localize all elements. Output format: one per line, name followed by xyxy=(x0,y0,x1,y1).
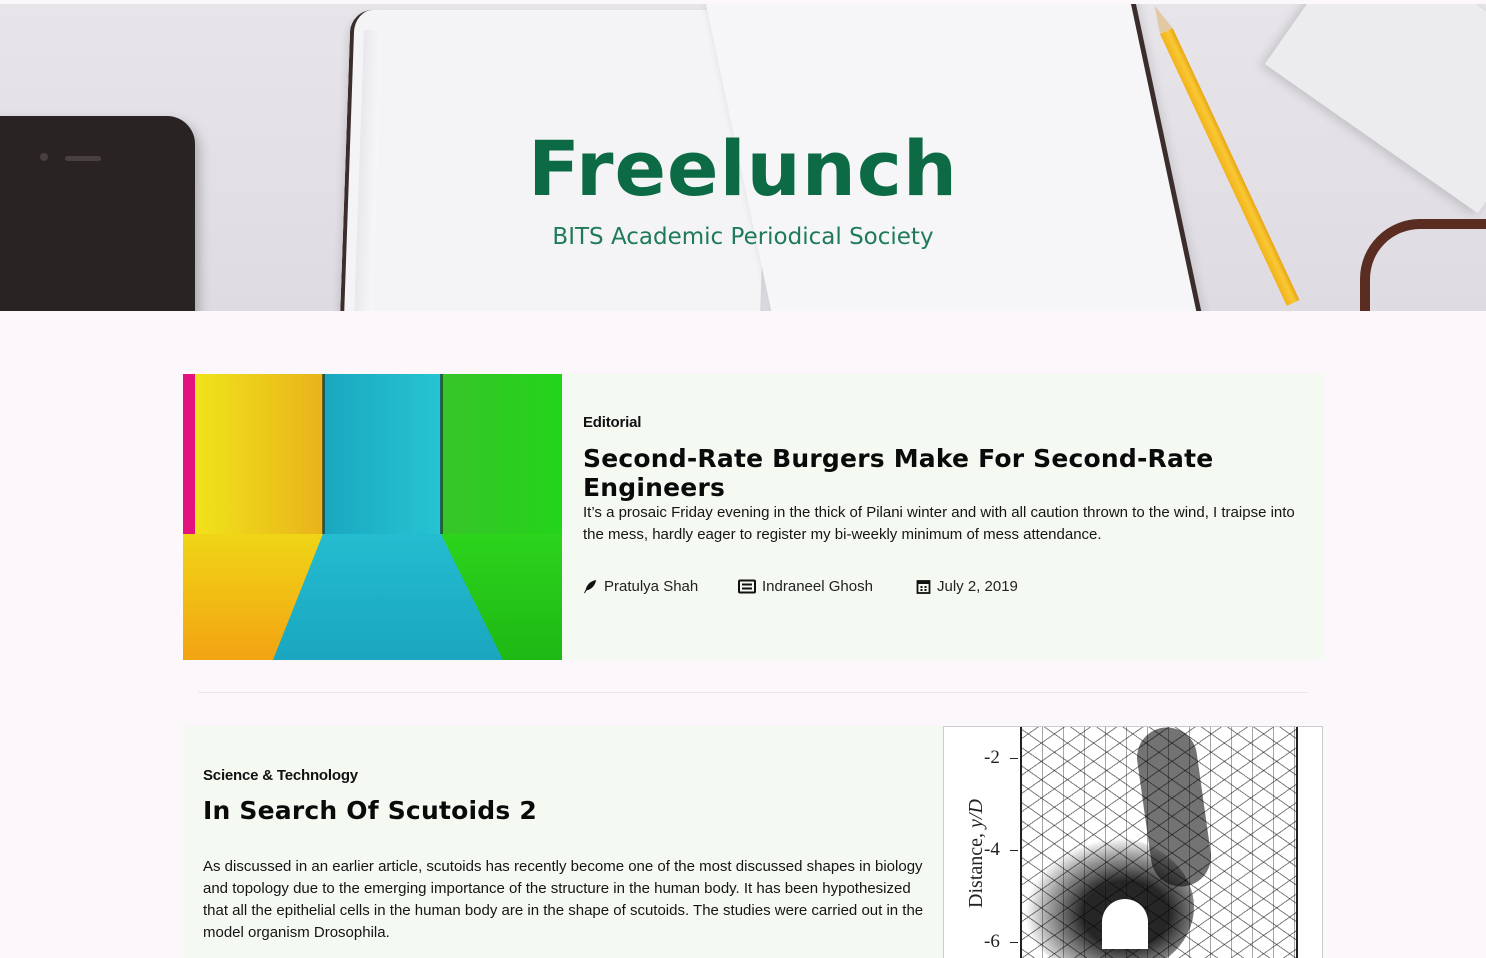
figure-tick: -6 xyxy=(984,931,1018,952)
article-card[interactable]: Editorial Second-Rate Burgers Make For S… xyxy=(183,374,1323,660)
site-title[interactable]: Freelunch xyxy=(0,124,1486,213)
article-divider xyxy=(198,692,1308,693)
site-subtitle: BITS Academic Periodical Society xyxy=(552,224,934,250)
newspaper-icon xyxy=(738,579,756,594)
editor-name: Indraneel Ghosh xyxy=(762,578,873,595)
article-author[interactable]: Pratulya Shah xyxy=(583,578,698,595)
date-text: July 2, 2019 xyxy=(937,578,1018,595)
article-category[interactable]: Editorial xyxy=(583,414,641,431)
article-editor[interactable]: Indraneel Ghosh xyxy=(738,578,873,595)
article-excerpt: As discussed in an earlier article, scut… xyxy=(203,858,924,941)
article-excerpt: It’s a prosaic Friday evening in the thi… xyxy=(583,504,1295,543)
article-title[interactable]: Second-Rate Burgers Make For Second-Rate… xyxy=(583,444,1323,502)
article-thumbnail[interactable]: Distance, y/D -2 -4 -6 xyxy=(943,726,1323,958)
hero-banner: Freelunch BITS Academic Periodical Socie… xyxy=(0,4,1486,311)
figure-tick: -4 xyxy=(984,839,1018,860)
article-title[interactable]: In Search Of Scutoids 2 xyxy=(203,796,537,825)
author-name: Pratulya Shah xyxy=(604,578,699,595)
figure-tick: -2 xyxy=(984,747,1018,768)
calendar-icon xyxy=(916,580,931,594)
article-category[interactable]: Science & Technology xyxy=(203,767,358,784)
article-date: July 2, 2019 xyxy=(916,578,1018,595)
article-thumbnail[interactable] xyxy=(183,374,562,660)
feather-icon xyxy=(583,579,597,594)
article-card[interactable]: Science & Technology In Search Of Scutoi… xyxy=(183,726,1323,958)
